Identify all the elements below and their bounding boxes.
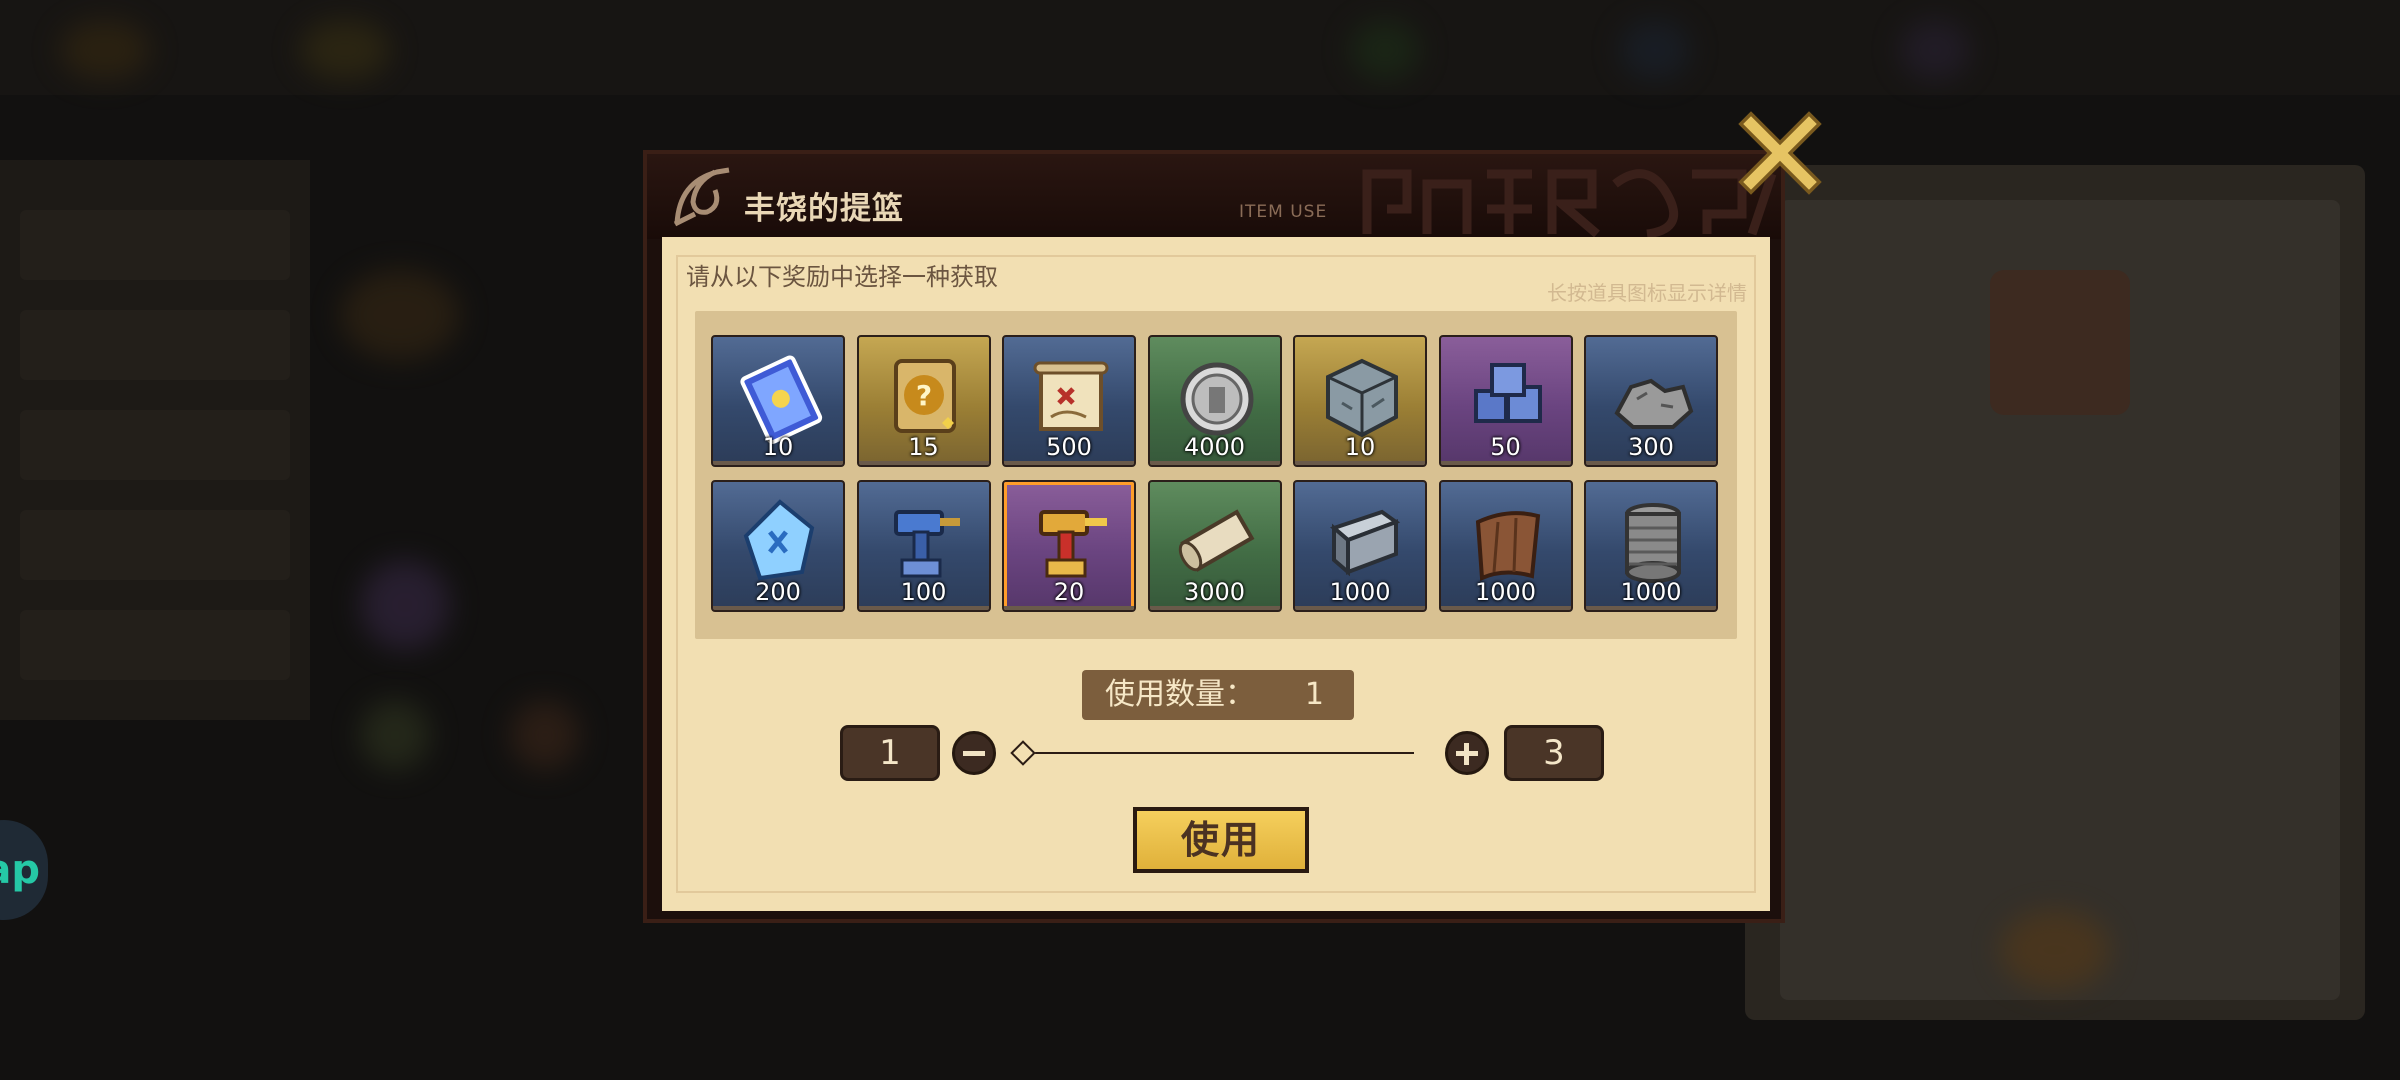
instruction-text: 请从以下奖励中选择一种获取 <box>686 263 998 291</box>
dialog-subtitle: ITEM USE <box>1239 202 1328 222</box>
ticket-icon <box>740 355 823 444</box>
parchment-roll-icon <box>1178 509 1254 572</box>
use-quantity-value: 1 <box>1304 677 1324 712</box>
item-count: 1000 <box>1474 578 1537 606</box>
stone-cube-icon <box>1326 358 1398 438</box>
reward-items-grid: 10? 15 500 4000 10 50 300 200 100 20 3000 1000 1000 1… <box>695 311 1737 639</box>
use-button[interactable]: 使用 <box>1133 807 1309 873</box>
reward-item-slot[interactable]: 200 <box>711 480 845 612</box>
silver-coin-icon <box>1180 362 1253 436</box>
item-count: 1000 <box>1620 578 1682 606</box>
iron-ingot-icon <box>1330 509 1401 577</box>
blue-ore-cubes-icon <box>1473 363 1542 423</box>
reward-item-slot[interactable]: 1000 <box>1438 480 1573 612</box>
reward-item-slot[interactable]: 1000 <box>1293 480 1427 612</box>
gold-hammer-icon <box>1039 510 1107 578</box>
item-count: 100 <box>900 578 947 606</box>
ore-rocks-icon <box>1614 378 1694 429</box>
dialog-header: 丰饶的提篮 ITEM USE <box>647 154 1781 239</box>
background-left-panel <box>0 160 310 720</box>
item-count: 200 <box>755 578 801 606</box>
min-quantity-box[interactable]: 1 <box>840 725 940 781</box>
max-quantity-box[interactable]: 3 <box>1504 725 1604 781</box>
item-use-dialog: 丰饶的提篮 ITEM USE 请从以下奖励中选择一种获取 长按道具图标显示详情 … <box>643 150 1785 923</box>
reward-item-slot[interactable]: 10 <box>1293 335 1427 467</box>
item-count: 1000 <box>1329 578 1391 606</box>
increase-quantity-button[interactable] <box>1445 731 1489 775</box>
item-count: 300 <box>1628 433 1674 461</box>
quantity-slider-track[interactable] <box>1024 752 1414 754</box>
use-quantity-display: 使用数量： 1 <box>1082 670 1354 720</box>
item-count: 15 <box>908 433 939 461</box>
thread-spool-icon <box>1625 503 1681 583</box>
treasure-map-scroll-icon <box>1033 361 1109 431</box>
item-count: 20 <box>1053 578 1085 606</box>
reward-item-slot[interactable]: 4000 <box>1147 335 1282 467</box>
item-count: 500 <box>1046 433 1092 461</box>
reward-item-slot[interactable]: 20 <box>1002 480 1136 612</box>
use-quantity-label: 使用数量： <box>1105 677 1255 712</box>
reward-item-slot[interactable]: 3000 <box>1147 480 1282 612</box>
header-ornament-pattern <box>1362 169 1777 239</box>
long-press-hint: 长按道具图标显示详情 <box>1547 281 1747 305</box>
reward-item-slot[interactable]: 50 <box>1438 335 1573 467</box>
reward-item-slot[interactable]: 10 <box>711 335 845 467</box>
close-icon[interactable] <box>1735 108 1825 198</box>
svg-text:?: ? <box>915 379 931 412</box>
blue-crystal-icon <box>743 499 815 581</box>
reward-item-slot[interactable]: 100 <box>856 480 991 612</box>
item-count: 3000 <box>1183 578 1246 606</box>
help-button[interactable]: ap <box>0 820 48 920</box>
reward-item-slot[interactable]: 300 <box>1584 335 1718 467</box>
reward-item-slot[interactable]: 500 <box>1002 335 1136 467</box>
dialog-title: 丰饶的提篮 <box>744 191 904 227</box>
mystery-card-icon: ? <box>893 359 956 433</box>
decrease-quantity-button[interactable] <box>952 731 996 775</box>
item-count: 10 <box>1344 433 1376 461</box>
reward-item-slot[interactable]: 1000 <box>1584 480 1718 612</box>
dialog-content: 请从以下奖励中选择一种获取 长按道具图标显示详情 10? 15 500 4000 10 5… <box>662 237 1770 911</box>
leather-icon <box>1475 511 1540 582</box>
reward-item-slot[interactable]: ? 15 <box>856 335 991 467</box>
item-count: 10 <box>762 433 794 461</box>
item-count: 50 <box>1490 433 1521 461</box>
dialog-logo-icon <box>673 167 730 227</box>
blue-hammer-icon <box>893 510 960 578</box>
item-count: 4000 <box>1183 433 1246 461</box>
